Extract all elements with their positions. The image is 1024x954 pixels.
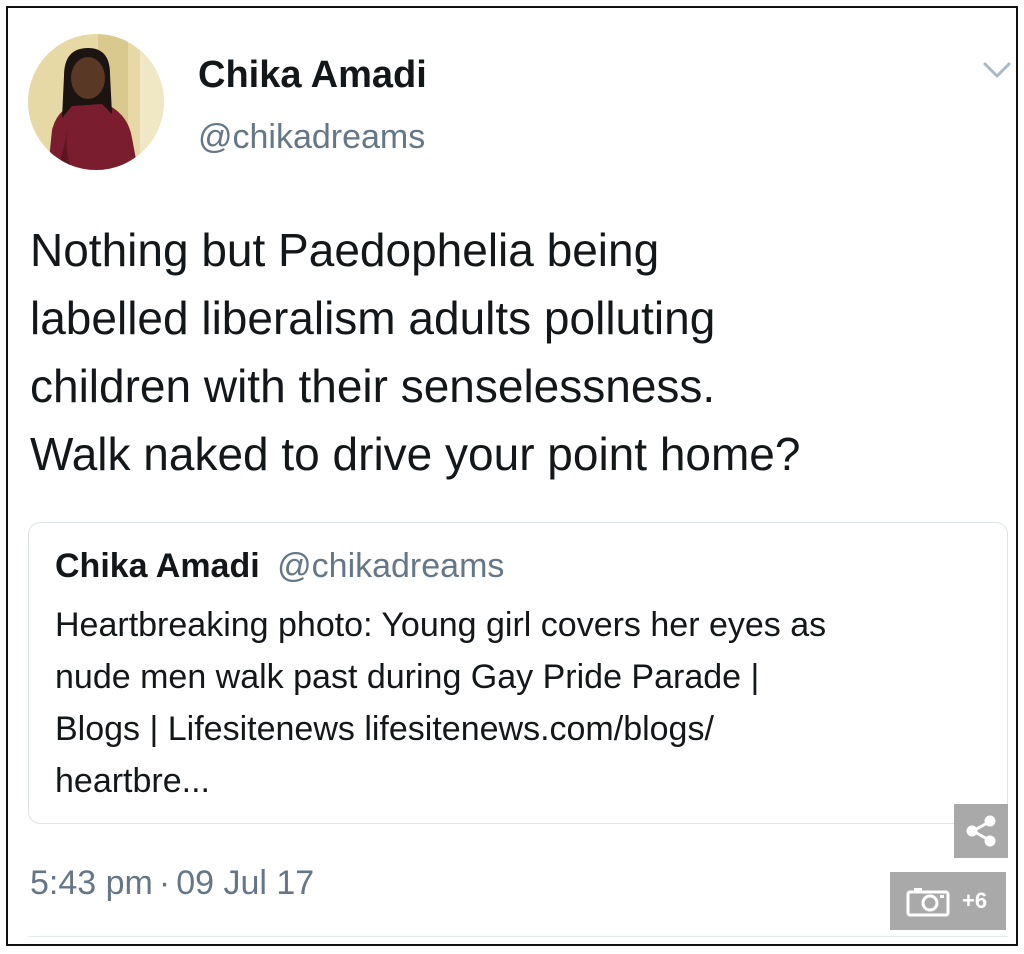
- tweet-text-line: labelled liberalism adults polluting: [30, 292, 716, 344]
- tweet-menu-button[interactable]: [982, 58, 1012, 82]
- author-handle[interactable]: @chikadreams: [198, 118, 425, 157]
- tweet-text: Nothing but Paedophelia being labelled l…: [30, 216, 990, 488]
- avatar[interactable]: [28, 34, 164, 170]
- quoted-text-line: Heartbreaking photo: Young girl covers h…: [55, 606, 827, 644]
- quoted-text-line: nude men walk past during Gay Pride Para…: [55, 658, 760, 696]
- tweet-date: 09 Jul 17: [176, 864, 315, 902]
- share-button[interactable]: [954, 804, 1008, 858]
- camera-icon: [906, 888, 950, 917]
- chevron-down-icon: [983, 62, 1011, 78]
- quoted-display-name: Chika Amadi: [55, 547, 260, 585]
- quoted-handle: @chikadreams: [277, 547, 505, 585]
- quoted-text-line: Blogs | Lifesitenews lifesitenews.com/bl…: [55, 710, 714, 748]
- quoted-tweet-text: Heartbreaking photo: Young girl covers h…: [55, 599, 985, 807]
- bottom-divider: [28, 936, 1008, 937]
- tweet-timestamp[interactable]: 5:43 pm · 09 Jul 17: [30, 864, 314, 903]
- photo-gallery-button[interactable]: +6: [890, 872, 1006, 930]
- quoted-text-line: heartbre...: [55, 762, 210, 800]
- tweet-text-line: Walk naked to drive your point home?: [30, 428, 801, 480]
- quoted-tweet-card[interactable]: Chika Amadi @chikadreams Heartbreaking p…: [28, 522, 1008, 824]
- quoted-tweet-header: Chika Amadi @chikadreams: [55, 547, 504, 586]
- profile-photo-icon: [28, 34, 164, 170]
- share-icon: [966, 815, 996, 847]
- timestamp-separator: ·: [158, 864, 171, 902]
- author-display-name[interactable]: Chika Amadi: [198, 54, 427, 97]
- tweet-text-line: children with their senselessness.: [30, 360, 716, 412]
- gallery-count: +6: [962, 888, 988, 913]
- tweet-text-line: Nothing but Paedophelia being: [30, 224, 660, 276]
- tweet-time: 5:43 pm: [30, 864, 153, 902]
